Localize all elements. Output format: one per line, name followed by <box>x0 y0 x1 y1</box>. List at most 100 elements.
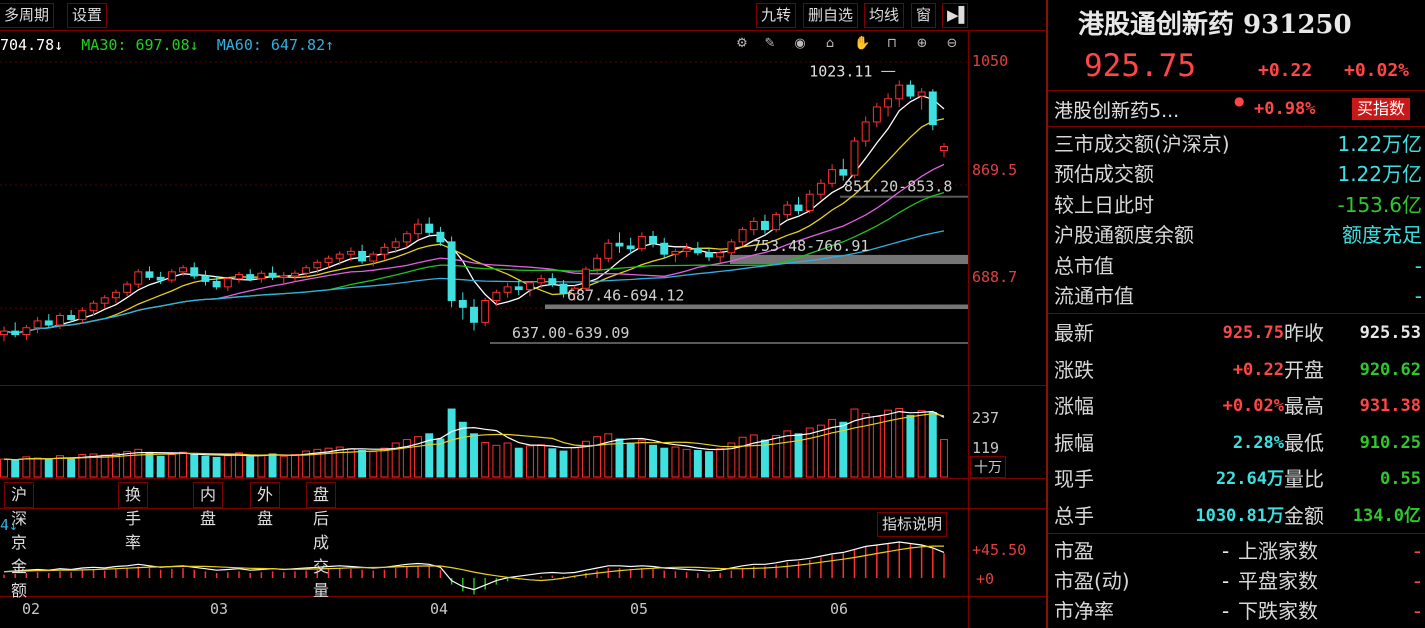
candle-body <box>268 272 277 278</box>
volume-bar <box>436 438 445 478</box>
candle-body <box>940 145 948 152</box>
volume-bar <box>716 448 725 478</box>
candle-body <box>436 231 445 243</box>
volume-bar <box>537 444 546 478</box>
candle-body <box>581 268 590 289</box>
quote-label: 现手 <box>1054 467 1094 492</box>
buy-index-button[interactable]: 买指数 <box>1352 98 1411 120</box>
valuation-value: - <box>1222 539 1230 563</box>
candle-body <box>134 271 143 285</box>
tab-turnover-rate[interactable]: 换手率 <box>118 482 149 552</box>
volume-bar <box>402 439 411 478</box>
tab-outer-volume[interactable]: 外盘 <box>250 482 281 528</box>
volume-bar <box>190 453 199 478</box>
zone-label: 637.00-639.09 <box>512 324 629 342</box>
stat-value: -153.6亿 <box>1337 193 1422 217</box>
month-label: 03 <box>210 600 229 618</box>
quote-value: 931.38 <box>1359 396 1421 417</box>
candle-body <box>302 267 311 274</box>
candle-body <box>44 320 53 326</box>
candle-body <box>235 274 243 280</box>
quote-value: 925.53 <box>1359 323 1421 343</box>
quote-panel: 港股通创新药 931250 925.75 +0.22 +0.02% 港股创新药5… <box>1046 0 1425 628</box>
stat-row: 三市成交额(沪深京) 1.22万亿 <box>1054 129 1424 159</box>
volume-bar <box>693 450 702 478</box>
volume-bar <box>380 447 389 478</box>
volume-bar <box>850 408 859 478</box>
volume-bar <box>145 452 154 478</box>
indicator-help-button[interactable]: 指标说明 <box>877 512 948 537</box>
volume-bar <box>22 456 31 478</box>
volume-bar <box>290 454 299 478</box>
tab-inner-volume[interactable]: 内盘 <box>193 482 224 528</box>
volume-bar <box>940 439 948 478</box>
candle-body <box>358 250 367 262</box>
quote-label: 最高 <box>1284 394 1324 419</box>
candlestick-chart[interactable]: 851.20-853.8 753.48-766.91 687.46-694.12 63… <box>0 0 968 628</box>
candle-body <box>55 314 64 326</box>
volume-bar <box>772 435 781 478</box>
volume-bar <box>548 448 557 478</box>
candle-body <box>380 246 389 255</box>
candle-body <box>402 233 411 243</box>
candle-body <box>201 275 210 282</box>
quote-label: 量比 <box>1284 467 1324 492</box>
candle-body <box>749 220 758 231</box>
candle-body <box>111 291 120 299</box>
candle-body <box>425 223 434 233</box>
volume-bar <box>11 459 20 478</box>
candle-body <box>671 250 680 255</box>
quote-value: 0.55 <box>1380 469 1421 490</box>
stat-value: 1.22万亿 <box>1337 162 1422 186</box>
candle-body <box>335 253 344 259</box>
volume-bar <box>514 447 523 478</box>
candle-body <box>279 275 288 278</box>
volume-bar <box>100 454 109 478</box>
candle-body <box>693 248 702 254</box>
volume-bar <box>447 408 456 478</box>
related-fund-pct: +0.98% <box>1254 99 1316 119</box>
candle-body <box>850 140 859 176</box>
volume-bar <box>749 434 758 478</box>
valuation-label: 平盘家数 <box>1238 569 1318 593</box>
candle-body <box>637 235 646 250</box>
valuation-value: - <box>1413 569 1421 593</box>
candle-body <box>470 306 478 323</box>
volume-bar <box>67 458 76 478</box>
volume-bar <box>805 427 814 478</box>
tab-turnover-amount[interactable]: 沪深京金额 <box>4 482 35 600</box>
candle-body <box>816 182 825 195</box>
volume-bar <box>649 444 658 478</box>
axis-divider <box>968 30 969 628</box>
volume-bar <box>0 458 8 478</box>
volume-bar <box>201 455 210 478</box>
stat-row: 较上日此时 -153.6亿 <box>1054 190 1424 220</box>
related-fund-name[interactable]: 港股创新药5... <box>1054 96 1179 123</box>
stat-row: 总市值 - <box>1054 251 1424 281</box>
volume-bar <box>470 433 478 478</box>
valuation-value: - <box>1413 539 1421 563</box>
candle-body <box>525 282 534 291</box>
macd-dea-line <box>3 545 944 582</box>
stat-row: 沪股通额度余额 额度充足 <box>1054 220 1424 250</box>
volume-bar <box>33 457 42 478</box>
valuation-label: 市盈 <box>1054 539 1094 563</box>
volume-bar <box>906 414 915 478</box>
volume-bar <box>268 453 277 478</box>
candle-body <box>839 169 848 176</box>
volume-bar <box>335 446 344 478</box>
tab-after-hours-volume[interactable]: 盘后成交量 <box>306 482 337 600</box>
stat-value: 额度充足 <box>1342 223 1422 247</box>
volume-bar <box>358 450 367 478</box>
volume-bar <box>369 451 378 478</box>
price-axis-low: 688.7 <box>972 268 1018 286</box>
volume-bar <box>917 410 926 478</box>
candle-body <box>391 241 400 248</box>
month-label: 05 <box>630 600 649 618</box>
quote-value: 22.64万 <box>1215 469 1284 490</box>
valuation-label: 上涨家数 <box>1238 539 1318 563</box>
price-axis-top: 1050 <box>972 52 1009 70</box>
volume-bar <box>492 444 501 478</box>
candle-body <box>145 271 154 278</box>
volume-bar <box>346 448 355 478</box>
